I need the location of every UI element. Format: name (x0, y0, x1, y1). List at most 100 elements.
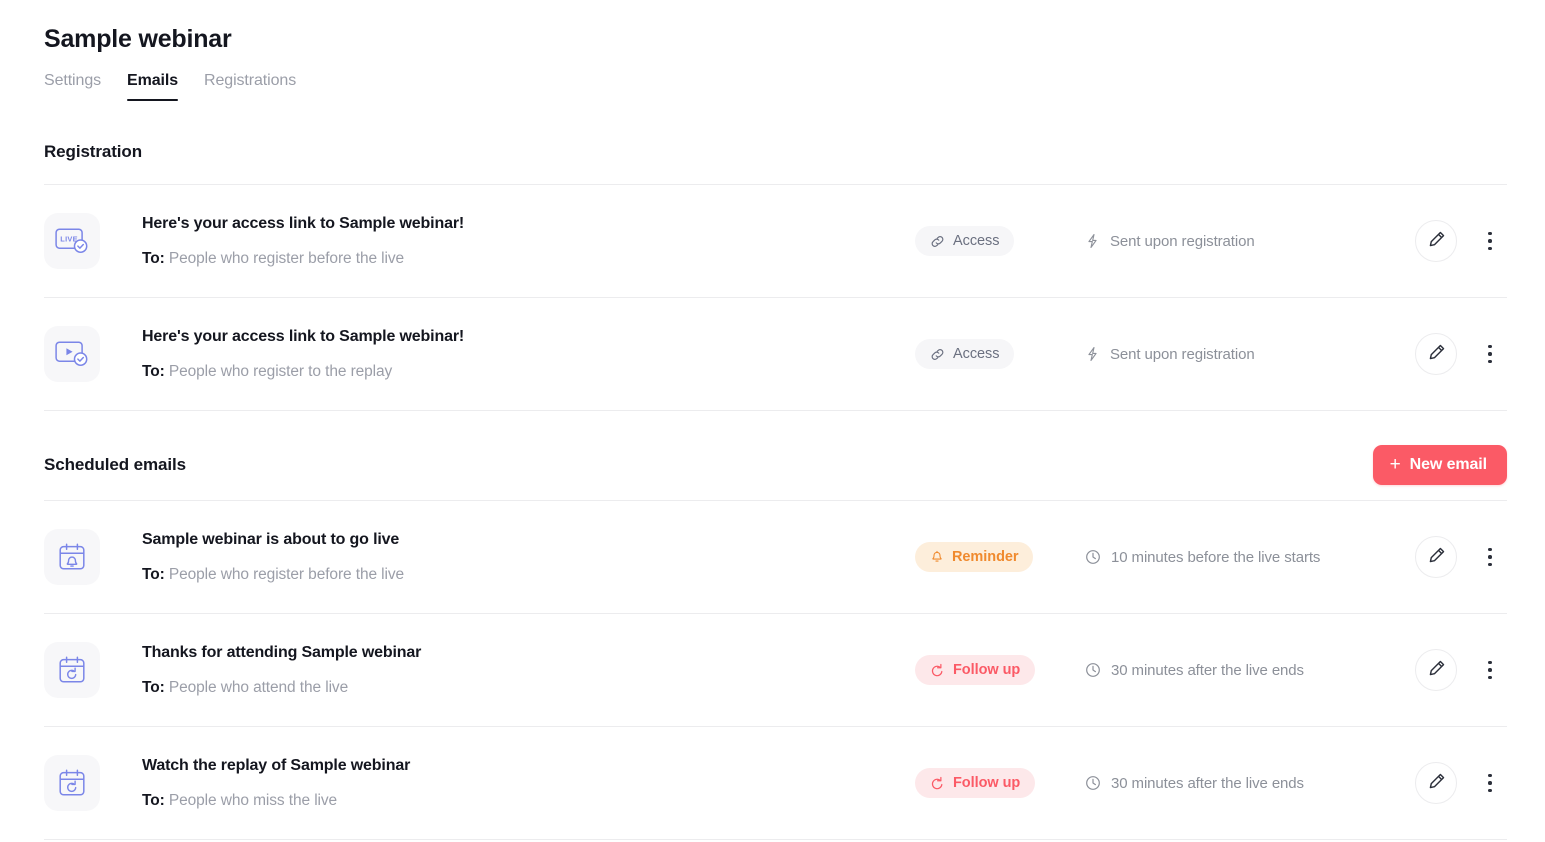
status-badge: Access (915, 339, 1015, 369)
status-badge: Reminder (915, 542, 1034, 572)
more-options-icon (1488, 246, 1492, 251)
link-icon (930, 234, 945, 249)
more-options-button[interactable] (1477, 339, 1503, 369)
email-recipient: To: People who register before the live (142, 249, 915, 269)
email-recipient-value: People who register to the replay (168, 363, 393, 380)
calendar-bell-icon (44, 529, 100, 585)
tab-settings[interactable]: Settings (44, 70, 101, 101)
edit-icon (1427, 772, 1446, 794)
more-options-icon (1488, 562, 1492, 567)
bolt-icon (1085, 233, 1100, 249)
sections-root: Registration LIVE Here's your access lin… (0, 135, 1545, 840)
email-recipient: To: People who attend the live (142, 678, 915, 698)
email-badge-cell: Access (915, 339, 1065, 369)
edit-email-button[interactable] (1415, 536, 1457, 578)
more-options-icon (1488, 555, 1492, 559)
email-row-text: Sample webinar is about to go live To: Pe… (142, 529, 915, 585)
email-badge-cell: Follow up (915, 768, 1065, 798)
more-options-icon (1488, 668, 1492, 672)
email-subject: Sample webinar is about to go live (142, 531, 400, 548)
emails-page: Sample webinar Settings Emails Registratio… (0, 0, 1545, 842)
email-recipient-label: To: (142, 250, 165, 267)
more-options-button[interactable] (1477, 542, 1503, 572)
bolt-icon (1085, 346, 1100, 362)
section-header: Registration (44, 135, 1507, 169)
tab-label: Emails (127, 72, 179, 89)
edit-email-button[interactable] (1415, 762, 1457, 804)
email-recipient: To: People who register before the live (142, 565, 915, 585)
email-recipient: To: People who miss the live (142, 791, 915, 811)
email-row[interactable]: LIVE Here's your access link to Sample w… (44, 185, 1507, 298)
more-options-button[interactable] (1477, 655, 1503, 685)
more-options-icon (1488, 231, 1492, 236)
email-row-actions (1415, 649, 1507, 691)
email-badge-cell: Reminder (915, 542, 1065, 572)
edit-icon (1427, 659, 1446, 681)
tab-label: Registrations (204, 72, 297, 89)
email-row-actions (1415, 220, 1507, 262)
email-row-actions (1415, 333, 1507, 375)
email-row[interactable]: Sample webinar is about to go live To: Pe… (44, 501, 1507, 614)
plus-icon: + (1389, 454, 1401, 475)
more-options-icon (1488, 352, 1492, 356)
email-row[interactable]: Here's your access link to Sample webina… (44, 298, 1507, 411)
more-options-icon (1488, 788, 1492, 793)
link-icon (930, 347, 945, 362)
edit-email-button[interactable] (1415, 649, 1457, 691)
tab-emails[interactable]: Emails (127, 70, 178, 101)
status-badge-label: Follow up (953, 775, 1021, 791)
tab-bar: Settings Emails Registrations (44, 70, 1545, 101)
more-options-icon (1488, 359, 1492, 364)
email-recipient-label: To: (142, 363, 165, 380)
status-badge: Follow up (915, 768, 1036, 798)
page-header: Sample webinar Settings Emails Registratio… (0, 0, 1545, 101)
page-title: Sample webinar (44, 25, 232, 53)
email-row-text: Here's your access link to Sample webina… (142, 326, 915, 382)
replay-video-check-icon (44, 326, 100, 382)
email-row-text: Watch the replay of Sample webinar To: Pe… (142, 755, 915, 811)
calendar-replay-icon (44, 642, 100, 698)
edit-icon (1427, 546, 1446, 568)
email-subject: Here's your access link to Sample webina… (142, 215, 465, 232)
more-options-button[interactable] (1477, 768, 1503, 798)
edit-icon (1427, 343, 1446, 365)
email-row[interactable]: Thanks for attending Sample webinar To: P… (44, 614, 1507, 727)
edit-icon (1427, 230, 1446, 252)
email-timing-text: 30 minutes after the live ends (1111, 774, 1304, 792)
clock-icon (1085, 662, 1101, 678)
email-row[interactable]: Watch the replay of Sample webinar To: Pe… (44, 727, 1507, 840)
clock-icon (1085, 775, 1101, 791)
email-badge-cell: Access (915, 226, 1065, 256)
more-options-icon (1488, 547, 1492, 552)
edit-email-button[interactable] (1415, 220, 1457, 262)
tab-registrations[interactable]: Registrations (204, 70, 296, 101)
status-badge-label: Access (953, 233, 1000, 249)
email-recipient-value: People who register before the live (168, 250, 405, 267)
email-subject: Watch the replay of Sample webinar (142, 757, 411, 774)
more-options-button[interactable] (1477, 226, 1503, 256)
email-badge-cell: Follow up (915, 655, 1065, 685)
email-timing: Sent upon registration (1085, 346, 1415, 363)
section-registration: Registration LIVE Here's your access lin… (0, 135, 1545, 411)
more-options-icon (1488, 239, 1492, 243)
section-title: Registration (44, 142, 142, 161)
email-timing-text: 10 minutes before the live starts (1111, 548, 1321, 566)
email-subject: Here's your access link to Sample webina… (142, 328, 465, 345)
email-timing: Sent upon registration (1085, 233, 1415, 250)
status-badge-label: Reminder (952, 549, 1019, 565)
status-badge: Follow up (915, 655, 1036, 685)
email-timing: 30 minutes after the live ends (1085, 662, 1415, 679)
new-email-label: New email (1409, 456, 1487, 473)
more-options-icon (1488, 675, 1492, 680)
email-recipient-label: To: (142, 792, 165, 809)
email-recipient-value: People who register before the live (168, 566, 405, 583)
status-badge-label: Follow up (953, 662, 1021, 678)
status-badge-label: Access (953, 346, 1000, 362)
section-header: Scheduled emails + New email (44, 445, 1507, 485)
edit-email-button[interactable] (1415, 333, 1457, 375)
new-email-button[interactable]: + New email (1372, 445, 1507, 485)
calendar-replay-icon (44, 755, 100, 811)
email-recipient-value: People who miss the live (168, 792, 338, 809)
more-options-icon (1488, 660, 1492, 665)
section-title: Scheduled emails (44, 455, 187, 474)
